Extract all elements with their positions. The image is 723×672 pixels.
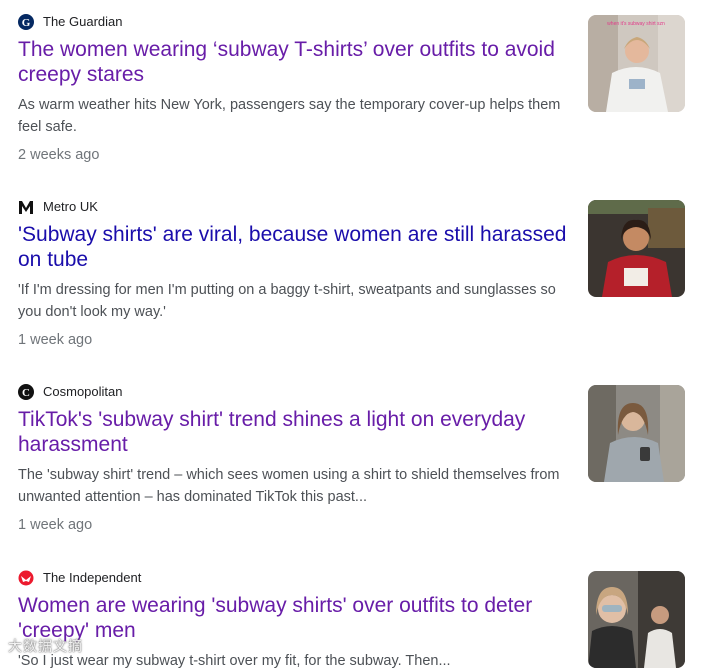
- article-thumbnail[interactable]: [588, 200, 685, 297]
- article-age: 2 weeks ago: [18, 147, 100, 163]
- svg-text:C: C: [22, 387, 30, 399]
- article-thumbnail[interactable]: when it's subway shirt szn: [588, 15, 685, 112]
- metro-logo-icon: [18, 199, 34, 215]
- independent-eagle-icon: [18, 570, 34, 586]
- article-age: 1 week ago: [18, 517, 93, 533]
- article-snippet: 'So I just wear my subway t-shirt over m…: [18, 653, 451, 669]
- article-title-link[interactable]: Women are wearing 'subway shirts' over o…: [18, 593, 578, 643]
- article-thumbnail[interactable]: [588, 571, 685, 668]
- article-title-link[interactable]: 'Subway shirts' are viral, because women…: [18, 222, 578, 272]
- article-age: 1 week ago: [18, 332, 93, 348]
- article-snippet: 'If I'm dressing for men I'm putting on …: [18, 282, 556, 320]
- article-title-link[interactable]: TikTok's 'subway shirt' trend shines a l…: [18, 407, 578, 457]
- source-name: Metro UK: [43, 199, 98, 214]
- watermark-text: 大数据文摘: [8, 638, 83, 654]
- article-snippet: The 'subway shirt' trend – which sees wo…: [18, 467, 560, 505]
- thumbnail-caption: when it's subway shirt szn: [607, 21, 665, 27]
- article-snippet: As warm weather hits New York, passenger…: [18, 97, 561, 135]
- guardian-logo-icon: G: [18, 14, 34, 30]
- article-thumbnail[interactable]: [588, 385, 685, 482]
- source-name: Cosmopolitan: [43, 384, 123, 399]
- article-title-link[interactable]: The women wearing ‘subway T-shirts’ over…: [18, 37, 578, 87]
- source-name: The Independent: [43, 570, 142, 585]
- source-name: The Guardian: [43, 14, 123, 29]
- svg-text:G: G: [22, 17, 31, 29]
- cosmopolitan-logo-icon: C: [18, 384, 34, 400]
